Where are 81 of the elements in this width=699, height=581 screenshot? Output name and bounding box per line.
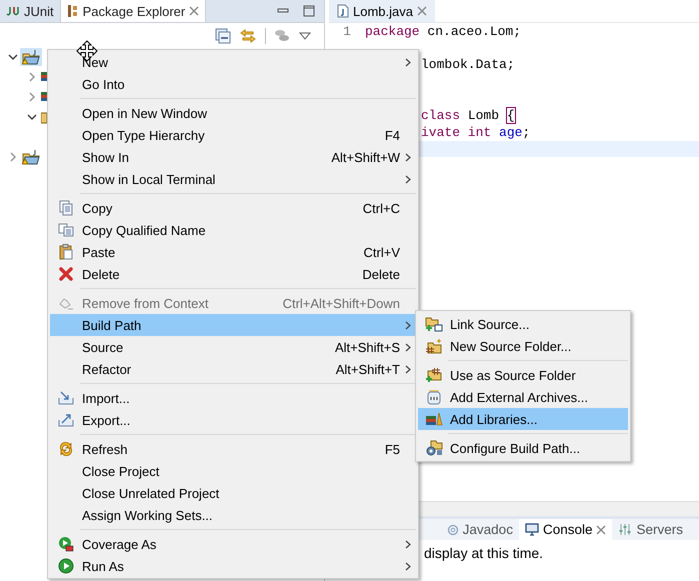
run-icon bbox=[58, 558, 74, 574]
close-icon[interactable] bbox=[416, 6, 427, 16]
menu-item[interactable]: Export... bbox=[50, 409, 416, 431]
view-tab[interactable]: Console bbox=[518, 519, 612, 540]
view-tab[interactable]: Package Explorer bbox=[60, 0, 206, 22]
delete-icon bbox=[59, 267, 73, 281]
menu-item[interactable]: Link Source... bbox=[418, 313, 628, 335]
project-folder-icon[interactable] bbox=[22, 149, 40, 165]
refresh-icon bbox=[58, 441, 74, 457]
menu-item[interactable]: Build Path bbox=[50, 314, 416, 336]
code-line: lombok.Data; bbox=[421, 57, 515, 72]
shortcut-text: F5 bbox=[384, 442, 400, 456]
project-folder-icon[interactable] bbox=[22, 49, 40, 65]
menu-item[interactable]: Show In Alt+Shift+W bbox=[50, 146, 416, 168]
shortcut-text: Ctrl+V bbox=[364, 244, 400, 260]
close-icon[interactable] bbox=[596, 524, 606, 534]
view-tab[interactable]: Servers bbox=[612, 519, 689, 540]
source-folder-icon bbox=[425, 367, 443, 383]
shortcut-text: F4 bbox=[384, 128, 400, 142]
java-file-icon bbox=[337, 4, 349, 18]
expanded-chevron-icon[interactable] bbox=[27, 112, 37, 122]
menu-item[interactable]: Show in Local Terminal bbox=[50, 168, 416, 190]
shortcut-text: Ctrl+C bbox=[362, 200, 400, 216]
menu-item[interactable]: Coverage As bbox=[50, 533, 416, 555]
shortcut-text: Ctrl+Alt+Shift+Down bbox=[282, 296, 400, 310]
maximize-icon[interactable] bbox=[302, 5, 316, 17]
menu-item[interactable]: Open in New Window bbox=[50, 102, 416, 124]
console-message: display at this time. bbox=[424, 545, 544, 561]
menu-item[interactable]: Add External Archives... bbox=[418, 386, 628, 408]
link-arrows-icon[interactable] bbox=[239, 28, 257, 44]
code-line: class Lomb { bbox=[421, 108, 515, 123]
menu-item[interactable]: Paste Ctrl+V bbox=[50, 241, 416, 263]
monitor-icon bbox=[524, 523, 539, 536]
menu-item[interactable]: New bbox=[50, 51, 416, 73]
menu-item[interactable]: Delete Delete bbox=[50, 263, 416, 285]
menu-item[interactable]: Run As bbox=[50, 555, 416, 577]
menu-item[interactable]: Copy Ctrl+C bbox=[50, 197, 416, 219]
package-icon bbox=[66, 4, 79, 18]
collapse-all-icon[interactable] bbox=[215, 28, 231, 44]
menu-item[interactable]: Open Type Hierarchy F4 bbox=[50, 124, 416, 146]
menu-item[interactable]: Close Project bbox=[50, 460, 416, 482]
expanded-chevron-icon[interactable] bbox=[8, 52, 18, 62]
menu-item[interactable]: Add Libraries... bbox=[418, 408, 628, 430]
editor-tab[interactable]: Lomb.java bbox=[329, 0, 435, 22]
menu-item[interactable]: New Source Folder... bbox=[418, 335, 628, 357]
export-icon bbox=[58, 413, 74, 427]
jar-icon bbox=[426, 389, 442, 405]
new-folder-icon bbox=[425, 338, 443, 354]
menu-item[interactable]: Close Unrelated Project bbox=[50, 482, 416, 504]
line-number: 1 bbox=[343, 24, 351, 39]
menu-item[interactable]: Use as Source Folder bbox=[418, 364, 628, 386]
view-tab[interactable]: Javadoc bbox=[440, 519, 519, 540]
menu-item[interactable]: Assign Working Sets... bbox=[50, 504, 416, 526]
menu-item[interactable]: Go Into bbox=[50, 73, 416, 95]
import-icon bbox=[58, 391, 74, 405]
shortcut-text: Alt+Shift+W bbox=[331, 150, 400, 164]
linked-folder-icon bbox=[425, 316, 443, 332]
menu-item[interactable]: Configure Build Path... bbox=[418, 437, 628, 459]
gear-folder-icon bbox=[425, 440, 443, 456]
collapsed-chevron-icon[interactable] bbox=[27, 72, 37, 82]
sliders-icon bbox=[618, 523, 632, 536]
menu-item[interactable]: Refresh F5 bbox=[50, 438, 416, 460]
clipboard-icon bbox=[59, 244, 73, 260]
books-icon bbox=[425, 412, 443, 426]
junit-icon bbox=[6, 5, 20, 17]
view-menu-icon[interactable] bbox=[298, 31, 312, 41]
copy-icon bbox=[58, 223, 74, 237]
shortcut-text: Alt+Shift+S bbox=[334, 340, 400, 354]
menu-item[interactable]: Refactor Alt+Shift+T bbox=[50, 358, 416, 380]
menu-item[interactable]: Source Alt+Shift+S bbox=[50, 336, 416, 358]
menu-item[interactable]: Copy Qualified Name bbox=[50, 219, 416, 241]
shortcut-text: Delete bbox=[362, 266, 400, 282]
code-line: package cn.aceo.Lom; bbox=[365, 24, 522, 39]
close-icon[interactable] bbox=[189, 6, 200, 16]
copy-icon bbox=[59, 200, 73, 216]
code-line: ivate int age; bbox=[421, 124, 530, 140]
shortcut-text: Alt+Shift+T bbox=[336, 362, 400, 376]
collapsed-chevron-icon[interactable] bbox=[8, 152, 18, 162]
menu-item[interactable]: Import... bbox=[50, 387, 416, 409]
collapsed-chevron-icon[interactable] bbox=[27, 92, 37, 102]
coverage-icon bbox=[58, 536, 74, 552]
